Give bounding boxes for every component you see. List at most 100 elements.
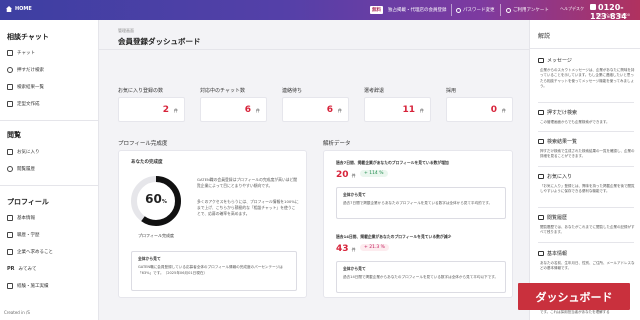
sidebar-item-label: 閲覧履歴 — [17, 167, 35, 172]
sidebar-item-favorites[interactable]: お気に入り — [7, 149, 40, 155]
profile-panel: あなたの完成度 60% プロフィール完成度 GATEN職の会員登録はプロフィール… — [118, 150, 307, 298]
stat-unit: 件 — [420, 108, 424, 113]
stat-label: 連絡待ち — [282, 88, 303, 94]
stat-value: 2 — [162, 105, 169, 115]
stat-value: 6 — [244, 105, 251, 115]
dashboard-button[interactable]: ダッシュボード — [518, 283, 630, 310]
help-section-title: 基本情報 — [547, 251, 568, 257]
home-link[interactable]: HOME — [6, 6, 32, 12]
stat-value: 6 — [326, 105, 333, 115]
stat-card-hired[interactable]: 0件 — [446, 97, 513, 122]
help-section-text: 企業からのスカウトメッセージは、企業があなたに興味を持っていることを示しています… — [540, 68, 635, 88]
list-icon — [7, 84, 13, 90]
stat-card-waiting[interactable]: 6件 — [282, 97, 349, 122]
stat-card-favorites[interactable]: 2件 — [118, 97, 185, 122]
help-section-title: 押すだけ検索 — [547, 110, 578, 116]
sidebar-section-profile: プロフィール — [7, 198, 49, 206]
sidebar-item-label: みてみて — [18, 267, 37, 272]
profile-panel-title: プロフィール完成度 — [118, 141, 168, 147]
sidebar-item-career[interactable]: 職歴・学歴 — [7, 232, 40, 238]
search-icon — [538, 110, 544, 115]
clock-icon — [7, 166, 13, 172]
metric-7day-title: 過去7日間、掲載企業があなたのプロフィールを見ている数が増加 — [336, 160, 449, 165]
survey-link[interactable]: ご利用アンケート — [506, 7, 549, 13]
divider — [538, 102, 634, 103]
stat-label: 採用 — [446, 88, 457, 94]
divider — [451, 4, 452, 16]
help-section-history: 閲覧履歴 — [538, 214, 567, 221]
completeness-advice: 多くのアクセスをもらうには、プロフィール情報を100%にまで上げ、こちらから積極… — [197, 199, 299, 216]
breadcrumb: 管理画面 — [118, 28, 134, 33]
metric-7day-change: + 114 % — [360, 170, 388, 177]
comparison-text: 過去14日間で掲載企業からあなたのプロフィールを見ている数字は全体から見て平均以… — [343, 275, 499, 279]
sidebar-item-label: 押すだけ検索 — [17, 68, 44, 73]
overall-comparison-title: 全体から見て — [138, 256, 161, 261]
comparison-title: 全体から見て — [343, 192, 366, 197]
sidebar-section-consult: 相談チャット — [7, 33, 49, 41]
stat-unit: 件 — [174, 108, 178, 113]
divider — [500, 4, 501, 16]
stat-value: 0 — [490, 105, 497, 115]
main-content: 管理画面 会員登録ダッシュボード お気に入り登録の数 2件 対応中のチャット数 … — [99, 20, 529, 320]
help-section-title: メッセージ — [547, 58, 572, 64]
divider — [538, 242, 634, 243]
analysis-panel-title: 解析データ — [323, 141, 351, 147]
home-label: HOME — [15, 6, 32, 12]
metric-unit: 件 — [351, 173, 356, 178]
analysis-panel: 過去7日間、掲載企業があなたのプロフィールを見ている数が増加 20 件 + 11… — [323, 150, 513, 298]
sidebar-item-chat[interactable]: チャット — [7, 50, 35, 56]
metric-7day-value: 20 件 — [336, 170, 356, 180]
bookmark-icon — [538, 174, 544, 179]
building-icon — [7, 249, 13, 255]
completeness-description: GATEN職の会員登録はプロフィールの完成度が高いほど閲覧企業によって目にとまり… — [197, 177, 298, 188]
divider — [538, 166, 634, 167]
chat-icon — [7, 50, 13, 56]
metric-14day-comparison: 全体から見て 過去14日間で掲載企業からあなたのプロフィールを見ている数字は全体… — [336, 261, 506, 293]
bookmark-icon — [7, 149, 13, 155]
help-section-title: 検索結果一覧 — [547, 139, 578, 145]
help-panel: 解説 メッセージ 企業からのスカウトメッセージは、企業があなたに興味を持っている… — [529, 20, 640, 320]
sidebar-item-experience[interactable]: 経験・施工実績 — [7, 283, 49, 289]
stat-card-declined[interactable]: 11 件 — [364, 97, 431, 122]
survey-icon — [506, 7, 511, 13]
help-section-title: お気に入り — [547, 174, 573, 180]
help-desk-label: ヘルプデスク — [560, 6, 584, 11]
sidebar-item-search-results[interactable]: 検索結果一覧 — [7, 84, 44, 90]
top-bar: HOME 無料 独占掲載・代理店の会員登録 パスワード変更 ご利用アンケート ヘ… — [0, 0, 640, 21]
sidebar-item-requests[interactable]: 企業へ求めること — [7, 249, 53, 255]
membership-link[interactable]: 独占掲載・代理店の会員登録 — [388, 7, 447, 13]
list-icon — [538, 139, 544, 144]
stat-unit: 件 — [502, 108, 506, 113]
ring-label: プロフィール完成度 — [138, 233, 174, 238]
completeness-subtitle: あなたの完成度 — [131, 160, 163, 165]
sidebar-item-label: 基本情報 — [17, 216, 35, 221]
user-icon — [7, 215, 13, 221]
password-change-link[interactable]: パスワード変更 — [456, 7, 495, 13]
sidebar-item-label: チャット — [17, 51, 35, 56]
briefcase-icon — [7, 232, 13, 238]
metric-7day-comparison: 全体から見て 過去7日間で掲載企業からあなたのプロフィールを見ている数字は全体か… — [336, 187, 506, 219]
password-change-label: パスワード変更 — [463, 8, 495, 13]
help-section-text: 押すだけ検索で生成された検索結果の一覧を確認し、企業の詳細を見ることができます。 — [540, 149, 635, 159]
help-panel-title: 解説 — [538, 33, 551, 40]
sidebar-item-basic-info[interactable]: 基本情報 — [7, 215, 35, 221]
sidebar-item-pr[interactable]: PR みてみて — [7, 266, 37, 272]
sidebar-item-history[interactable]: 閲覧履歴 — [7, 166, 35, 172]
divider — [99, 49, 529, 50]
sidebar-item-templates[interactable]: 定型文作成 — [7, 101, 40, 107]
metric-value: 43 — [336, 244, 349, 254]
user-icon — [538, 251, 544, 256]
percent-value: 60 — [145, 192, 162, 206]
sidebar-item-label: 経験・施工実績 — [17, 284, 49, 289]
sidebar-item-label: 企業へ求めること — [17, 250, 53, 255]
stat-unit: 件 — [338, 108, 342, 113]
help-section-text: この管理画面からでも企業検索ができます。 — [540, 120, 610, 124]
business-hours: 平日 10:00 〜 19:00 — [596, 13, 631, 17]
metric-value: 20 — [336, 170, 349, 180]
stat-card-chats[interactable]: 6件 — [200, 97, 267, 122]
help-section-text: 閲覧履歴では、あなたがこれまでに閲覧した企業の記録がすべて残ります。 — [540, 225, 635, 235]
gear-icon — [456, 7, 461, 13]
phone-number[interactable]: 0120-123-834 — [590, 3, 640, 21]
sidebar-item-quick-search[interactable]: 押すだけ検索 — [7, 67, 44, 73]
metric-14day-title: 過去14日間、掲載企業があなたのプロフィールを見ている数が減少 — [336, 234, 452, 239]
